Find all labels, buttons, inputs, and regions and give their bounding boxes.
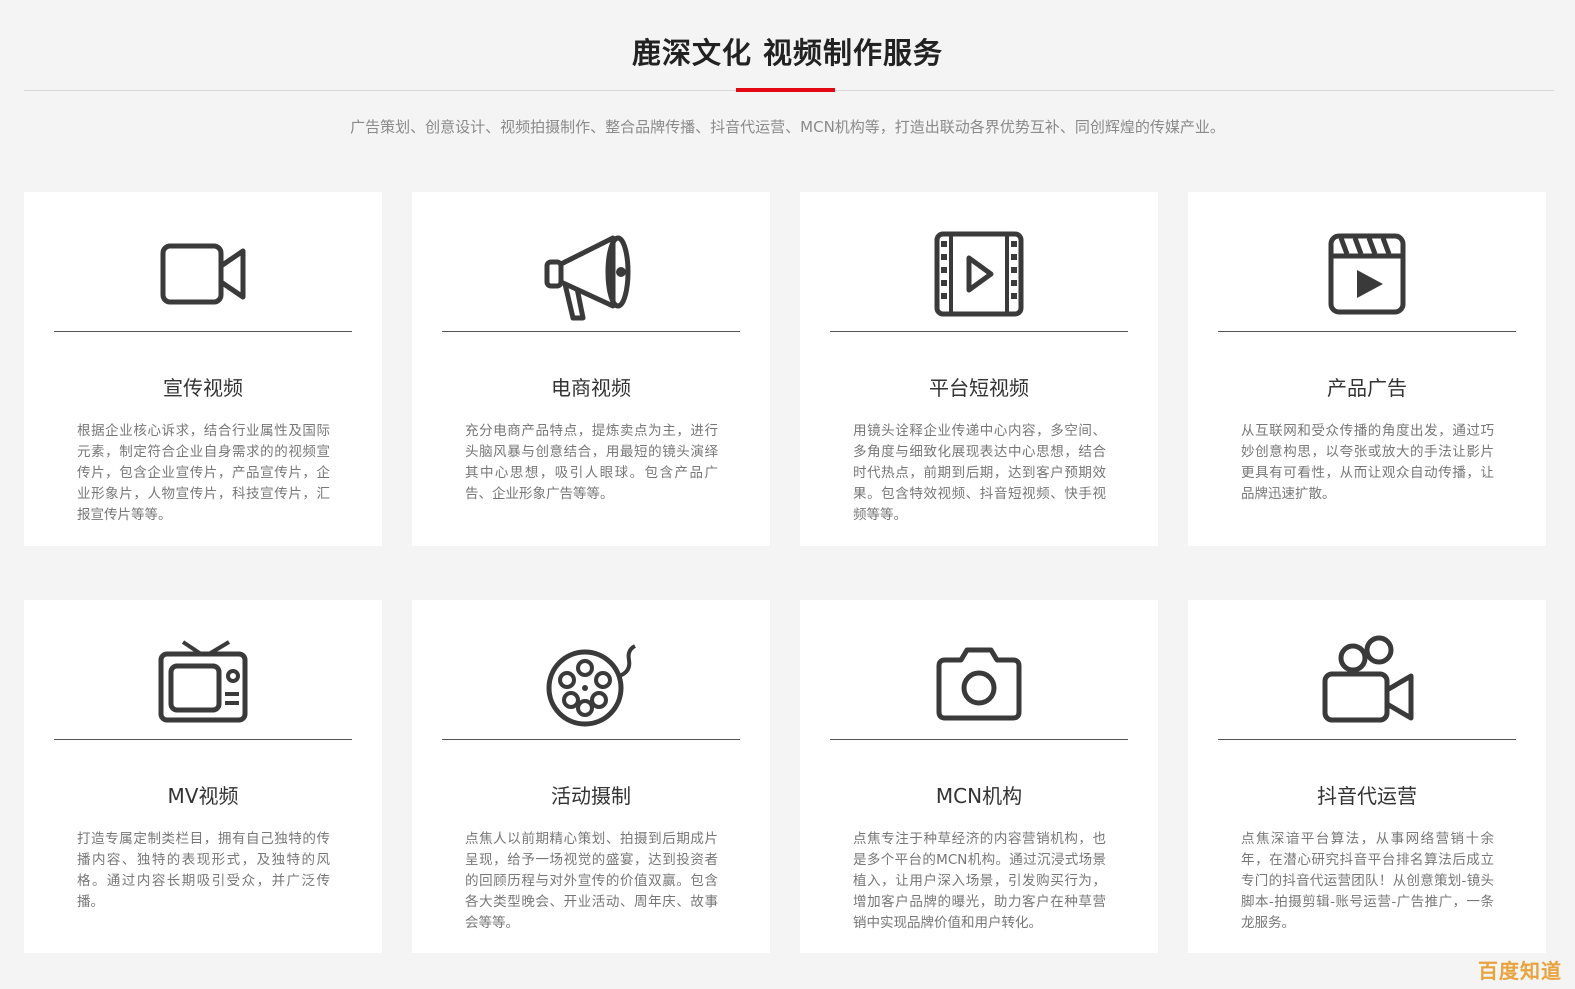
card-divider — [54, 331, 352, 332]
service-card-mv-video[interactable]: MV视频 打造专属定制类栏目，拥有自己独特的传播内容、独特的表现形式，及独特的风… — [24, 600, 382, 953]
card-title: 电商视频 — [551, 376, 631, 400]
card-description: 点焦人以前期精心策划、拍摄到后期成片呈现，给予一场视觉的盛宴，达到投资者的回顾历… — [465, 831, 718, 931]
card-title: 产品广告 — [1327, 376, 1407, 400]
card-title: 宣传视频 — [163, 376, 243, 400]
page-title: 鹿深文化 视频制作服务 — [631, 36, 944, 70]
clapperboard-icon — [1188, 224, 1546, 324]
service-card-product-ad[interactable]: 产品广告 从互联网和受众传播的角度出发，通过巧妙创意构思，以夸张或放大的手法让影… — [1188, 192, 1546, 546]
tv-icon — [24, 632, 382, 732]
card-description: 用镜头诠释企业传递中心内容，多空间、多角度与细致化展现表达中心思想，结合时代热点… — [853, 423, 1106, 523]
watermark: 百度知道 — [1478, 959, 1562, 983]
card-divider — [54, 739, 352, 740]
megaphone-icon — [412, 224, 770, 324]
card-title: 活动摄制 — [551, 784, 631, 808]
card-description: 点焦深谙平台算法，从事网络营销十余年，在潜心研究抖音平台排名算法后成立专门的抖音… — [1241, 831, 1494, 931]
card-divider — [442, 331, 740, 332]
card-description: 打造专属定制类栏目，拥有自己独特的传播内容、独特的表现形式，及独特的风格。通过内… — [77, 831, 330, 910]
video-camera-icon — [24, 224, 382, 324]
card-description: 从互联网和受众传播的角度出发，通过巧妙创意构思，以夸张或放大的手法让影片更具有可… — [1241, 423, 1494, 502]
card-divider — [830, 739, 1128, 740]
card-divider — [1218, 739, 1516, 740]
page-subtitle: 广告策划、创意设计、视频拍摄制作、整合品牌传播、抖音代运营、MCN机构等，打造出… — [350, 118, 1225, 136]
card-description: 根据企业核心诉求，结合行业属性及国际元素，制定符合企业自身需求的的视频宣传片，包… — [77, 423, 330, 523]
card-divider — [442, 739, 740, 740]
service-card-short-video[interactable]: 平台短视频 用镜头诠释企业传递中心内容，多空间、多角度与细致化展现表达中心思想，… — [800, 192, 1158, 546]
title-accent-bar — [736, 88, 835, 92]
service-card-douyin-operation[interactable]: 抖音代运营 点焦深谙平台算法，从事网络营销十余年，在潜心研究抖音平台排名算法后成… — [1188, 600, 1546, 953]
card-title: MCN机构 — [935, 784, 1023, 808]
service-card-mcn[interactable]: MCN机构 点焦专注于种草经济的内容营销机构，也是多个平台的MCN机构。通过沉浸… — [800, 600, 1158, 953]
movie-camera-icon — [1188, 632, 1546, 732]
card-description: 点焦专注于种草经济的内容营销机构，也是多个平台的MCN机构。通过沉浸式场景植入，… — [853, 831, 1106, 931]
camera-icon — [800, 632, 1158, 732]
card-description: 充分电商产品特点，提炼卖点为主，进行头脑风暴与创意结合，用最短的镜头演绎其中心思… — [465, 423, 718, 502]
card-divider — [830, 331, 1128, 332]
card-title: MV视频 — [167, 784, 239, 808]
film-reel-icon — [412, 632, 770, 732]
service-card-event-filming[interactable]: 活动摄制 点焦人以前期精心策划、拍摄到后期成片呈现，给予一场视觉的盛宴，达到投资… — [412, 600, 770, 953]
section-header: 鹿深文化 视频制作服务 广告策划、创意设计、视频拍摄制作、整合品牌传播、抖音代运… — [0, 0, 1575, 160]
card-title: 抖音代运营 — [1317, 784, 1417, 808]
service-card-ecommerce-video[interactable]: 电商视频 充分电商产品特点，提炼卖点为主，进行头脑风暴与创意结合，用最短的镜头演… — [412, 192, 770, 546]
film-play-icon — [800, 224, 1158, 324]
service-card-promo-video[interactable]: 宣传视频 根据企业核心诉求，结合行业属性及国际元素，制定符合企业自身需求的的视频… — [24, 192, 382, 546]
card-divider — [1218, 331, 1516, 332]
card-title: 平台短视频 — [929, 376, 1029, 400]
